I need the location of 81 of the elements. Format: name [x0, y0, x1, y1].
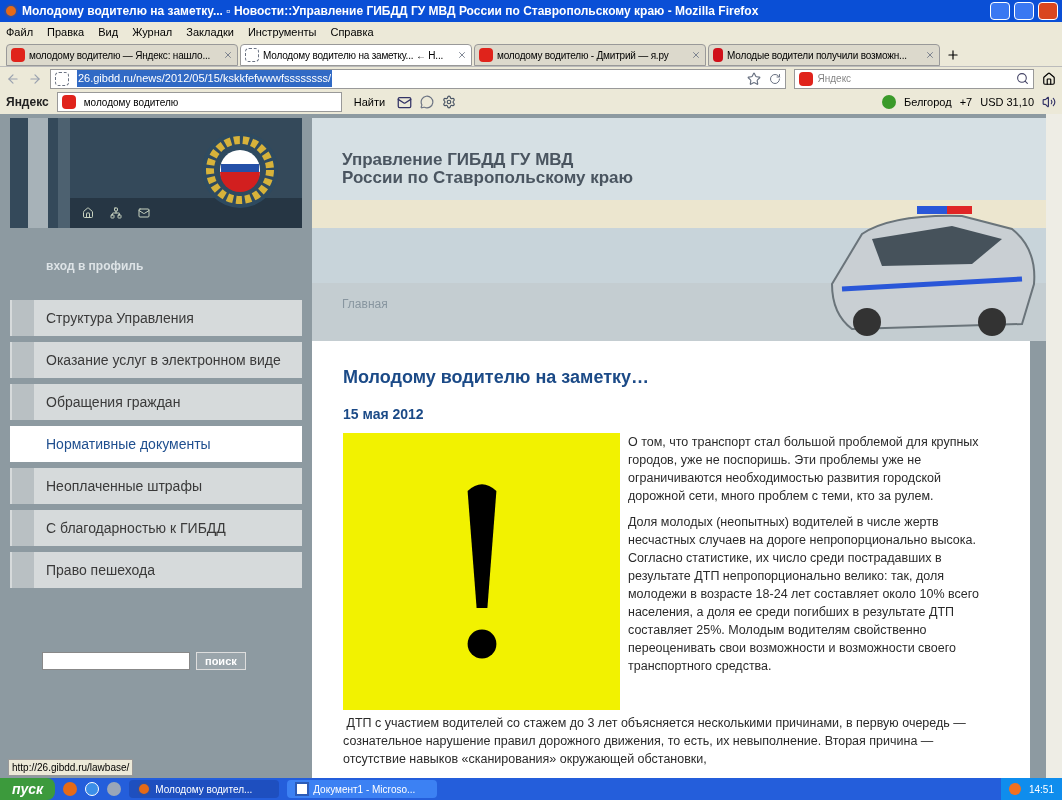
- tab-label: молодому водителю — Яндекс: нашло...: [29, 48, 212, 63]
- query-field[interactable]: молодому водителю: [56, 92, 342, 112]
- status-text: http://26.gibdd.ru/lawbase/: [8, 759, 134, 776]
- app-icon[interactable]: [107, 782, 122, 796]
- close-icon[interactable]: [223, 50, 233, 60]
- task-label: Молодому водител...: [155, 782, 253, 797]
- site-search-field[interactable]: [42, 652, 190, 670]
- taskbar-button[interactable]: Документ1 - Microso...: [287, 780, 438, 798]
- document-icon: [295, 782, 310, 796]
- browser-tab[interactable]: молодому водителю - Дмитрий — я.ру: [474, 44, 706, 66]
- settings-icon[interactable]: [442, 95, 457, 109]
- nav-menu-item[interactable]: Обращения граждан: [10, 384, 302, 420]
- article-title: Молодому водителю на заметку…: [343, 366, 650, 389]
- article-paragraph: ДТП с участием водителей со стажем до 3 лет объясняется несколькими причинами, в первую очередь — сознательное нарушение правил дорожного движения, то есть, их невыполнение. Вторая причина — отсутствие навыков «сканирования» окружающей обстановки,: [343, 715, 967, 768]
- sitemap-icon[interactable]: [110, 207, 122, 219]
- query-text: молодому водителю: [83, 95, 179, 110]
- speech-bubble-icon[interactable]: [420, 95, 435, 109]
- search-icon[interactable]: [1016, 72, 1030, 85]
- clock: 14:51: [1028, 782, 1054, 797]
- minimize-button[interactable]: [990, 2, 1010, 20]
- site-title: России по Ставропольскому краю: [342, 169, 635, 187]
- yandex-brand[interactable]: Яндекс: [6, 93, 49, 111]
- browser-tab[interactable]: молодому водителю — Яндекс: нашло...: [6, 44, 238, 66]
- mail-icon[interactable]: [397, 94, 413, 110]
- speaker-icon[interactable]: [1042, 95, 1056, 109]
- nav-menu-item[interactable]: Структура Управления: [10, 300, 302, 336]
- weather-label[interactable]: +7: [959, 93, 973, 111]
- home-icon[interactable]: [1042, 71, 1056, 86]
- menu-item[interactable]: Инструменты: [247, 23, 317, 41]
- article-date: 15 мая 2012: [343, 405, 425, 423]
- nav-menu-label: Неоплаченные штрафы: [46, 476, 202, 496]
- nav-menu-item[interactable]: С благодарностью к ГИБДД: [10, 510, 302, 546]
- reload-icon[interactable]: [769, 72, 782, 85]
- page-icon: [245, 48, 259, 62]
- close-icon[interactable]: [457, 50, 467, 60]
- news-icon: [713, 48, 723, 62]
- article-paragraph: О том, что транспорт стал большой проблемой для крупных городов, уже не поспоришь. Эти проблемы уже не ограничиваются необходимостью развития городской дорожной сети, много проблем с теми, кто за рулем.: [628, 434, 980, 505]
- menu-item[interactable]: Файл: [6, 23, 34, 41]
- browser-icon[interactable]: [85, 782, 100, 796]
- find-button[interactable]: Найти: [349, 93, 390, 111]
- mail-icon[interactable]: [138, 207, 150, 219]
- nav-menu-label: Обращения граждан: [46, 392, 181, 412]
- menu-item[interactable]: Закладки: [186, 23, 234, 41]
- nav-menu-item[interactable]: Нормативные документы: [10, 426, 302, 462]
- start-button[interactable]: пуск: [0, 778, 56, 800]
- menu-item[interactable]: Журнал: [132, 23, 173, 41]
- search-input[interactable]: Яндекс: [817, 71, 1013, 86]
- close-icon[interactable]: [925, 50, 935, 60]
- browser-tab[interactable]: Молодому водителю на заметку... ← Н...: [240, 44, 472, 66]
- scrollbar[interactable]: [1046, 114, 1062, 778]
- nav-menu-item[interactable]: Неоплаченные штрафы: [10, 468, 302, 504]
- task-label: Документ1 - Microso...: [313, 782, 416, 797]
- bookmark-star-icon[interactable]: [747, 71, 762, 86]
- page-icon: [54, 71, 69, 86]
- restore-button[interactable]: [1014, 2, 1034, 20]
- tab-label: Молодые водители получили возможн...: [727, 48, 908, 63]
- browser-tab[interactable]: Молодые водители получили возможн...: [708, 44, 940, 66]
- close-button[interactable]: [1038, 2, 1058, 20]
- close-icon[interactable]: [691, 50, 701, 60]
- menu-item[interactable]: Правка: [47, 23, 85, 41]
- nav-menu-label: Право пешехода: [46, 560, 155, 580]
- tab-label: Молодому водителю на заметку... ← Н...: [263, 48, 445, 63]
- address-field[interactable]: 26.gibdd.ru/news/2012/05/15/kskkfefwwwfssssssss/: [49, 68, 787, 89]
- search-field[interactable]: Яндекс: [794, 68, 1035, 89]
- currency-label[interactable]: USD 31,10: [980, 93, 1034, 111]
- nav-menu-item[interactable]: Оказание услуг в электронном виде: [10, 342, 302, 378]
- nav-menu-label: Структура Управления: [46, 308, 194, 328]
- nav-menu-item[interactable]: Право пешехода: [10, 552, 302, 588]
- nav-menu-label: Нормативные документы: [46, 434, 211, 454]
- site-title: Управление ГИБДД ГУ МВД: [342, 151, 575, 169]
- window-title: Молодому водителю на заметку... ▫ Новости::Управление ГИБДД ГУ МВД России по Ставропольскому краю - Mozilla Firefox: [22, 3, 760, 20]
- nav-menu-label: Оказание услуг в электронном виде: [46, 350, 281, 370]
- tab-label: молодому водителю - Дмитрий — я.ру: [497, 48, 670, 63]
- taskbar-button[interactable]: Молодому водител...: [129, 780, 280, 798]
- menu-item[interactable]: Вид: [98, 23, 119, 41]
- plus-icon: [946, 48, 960, 62]
- url-text: 26.gibdd.ru/news/2012/05/15/kskkfefwwwfssssssss/: [76, 70, 333, 87]
- city-label[interactable]: Белгород: [903, 93, 952, 111]
- nav-menu-label: С благодарностью к ГИБДД: [46, 518, 226, 538]
- article-paragraph: Доля молодых (неопытных) водителей в числе жертв несчастных случаев на дороге непропорционально высока. Согласно статистике, их число среди пострадавших в результате ДТП непропорционально велико: так, доля молодежи в возрасте 18-24 лет составляет около 10% всего населения, а доля ее среди погибших в результате ДТП составляет 25%. Молодым водителям свойственно переоценивать свои возможности и возможности своего транспортного средства.: [628, 514, 980, 675]
- menu-item[interactable]: Справка: [330, 23, 374, 41]
